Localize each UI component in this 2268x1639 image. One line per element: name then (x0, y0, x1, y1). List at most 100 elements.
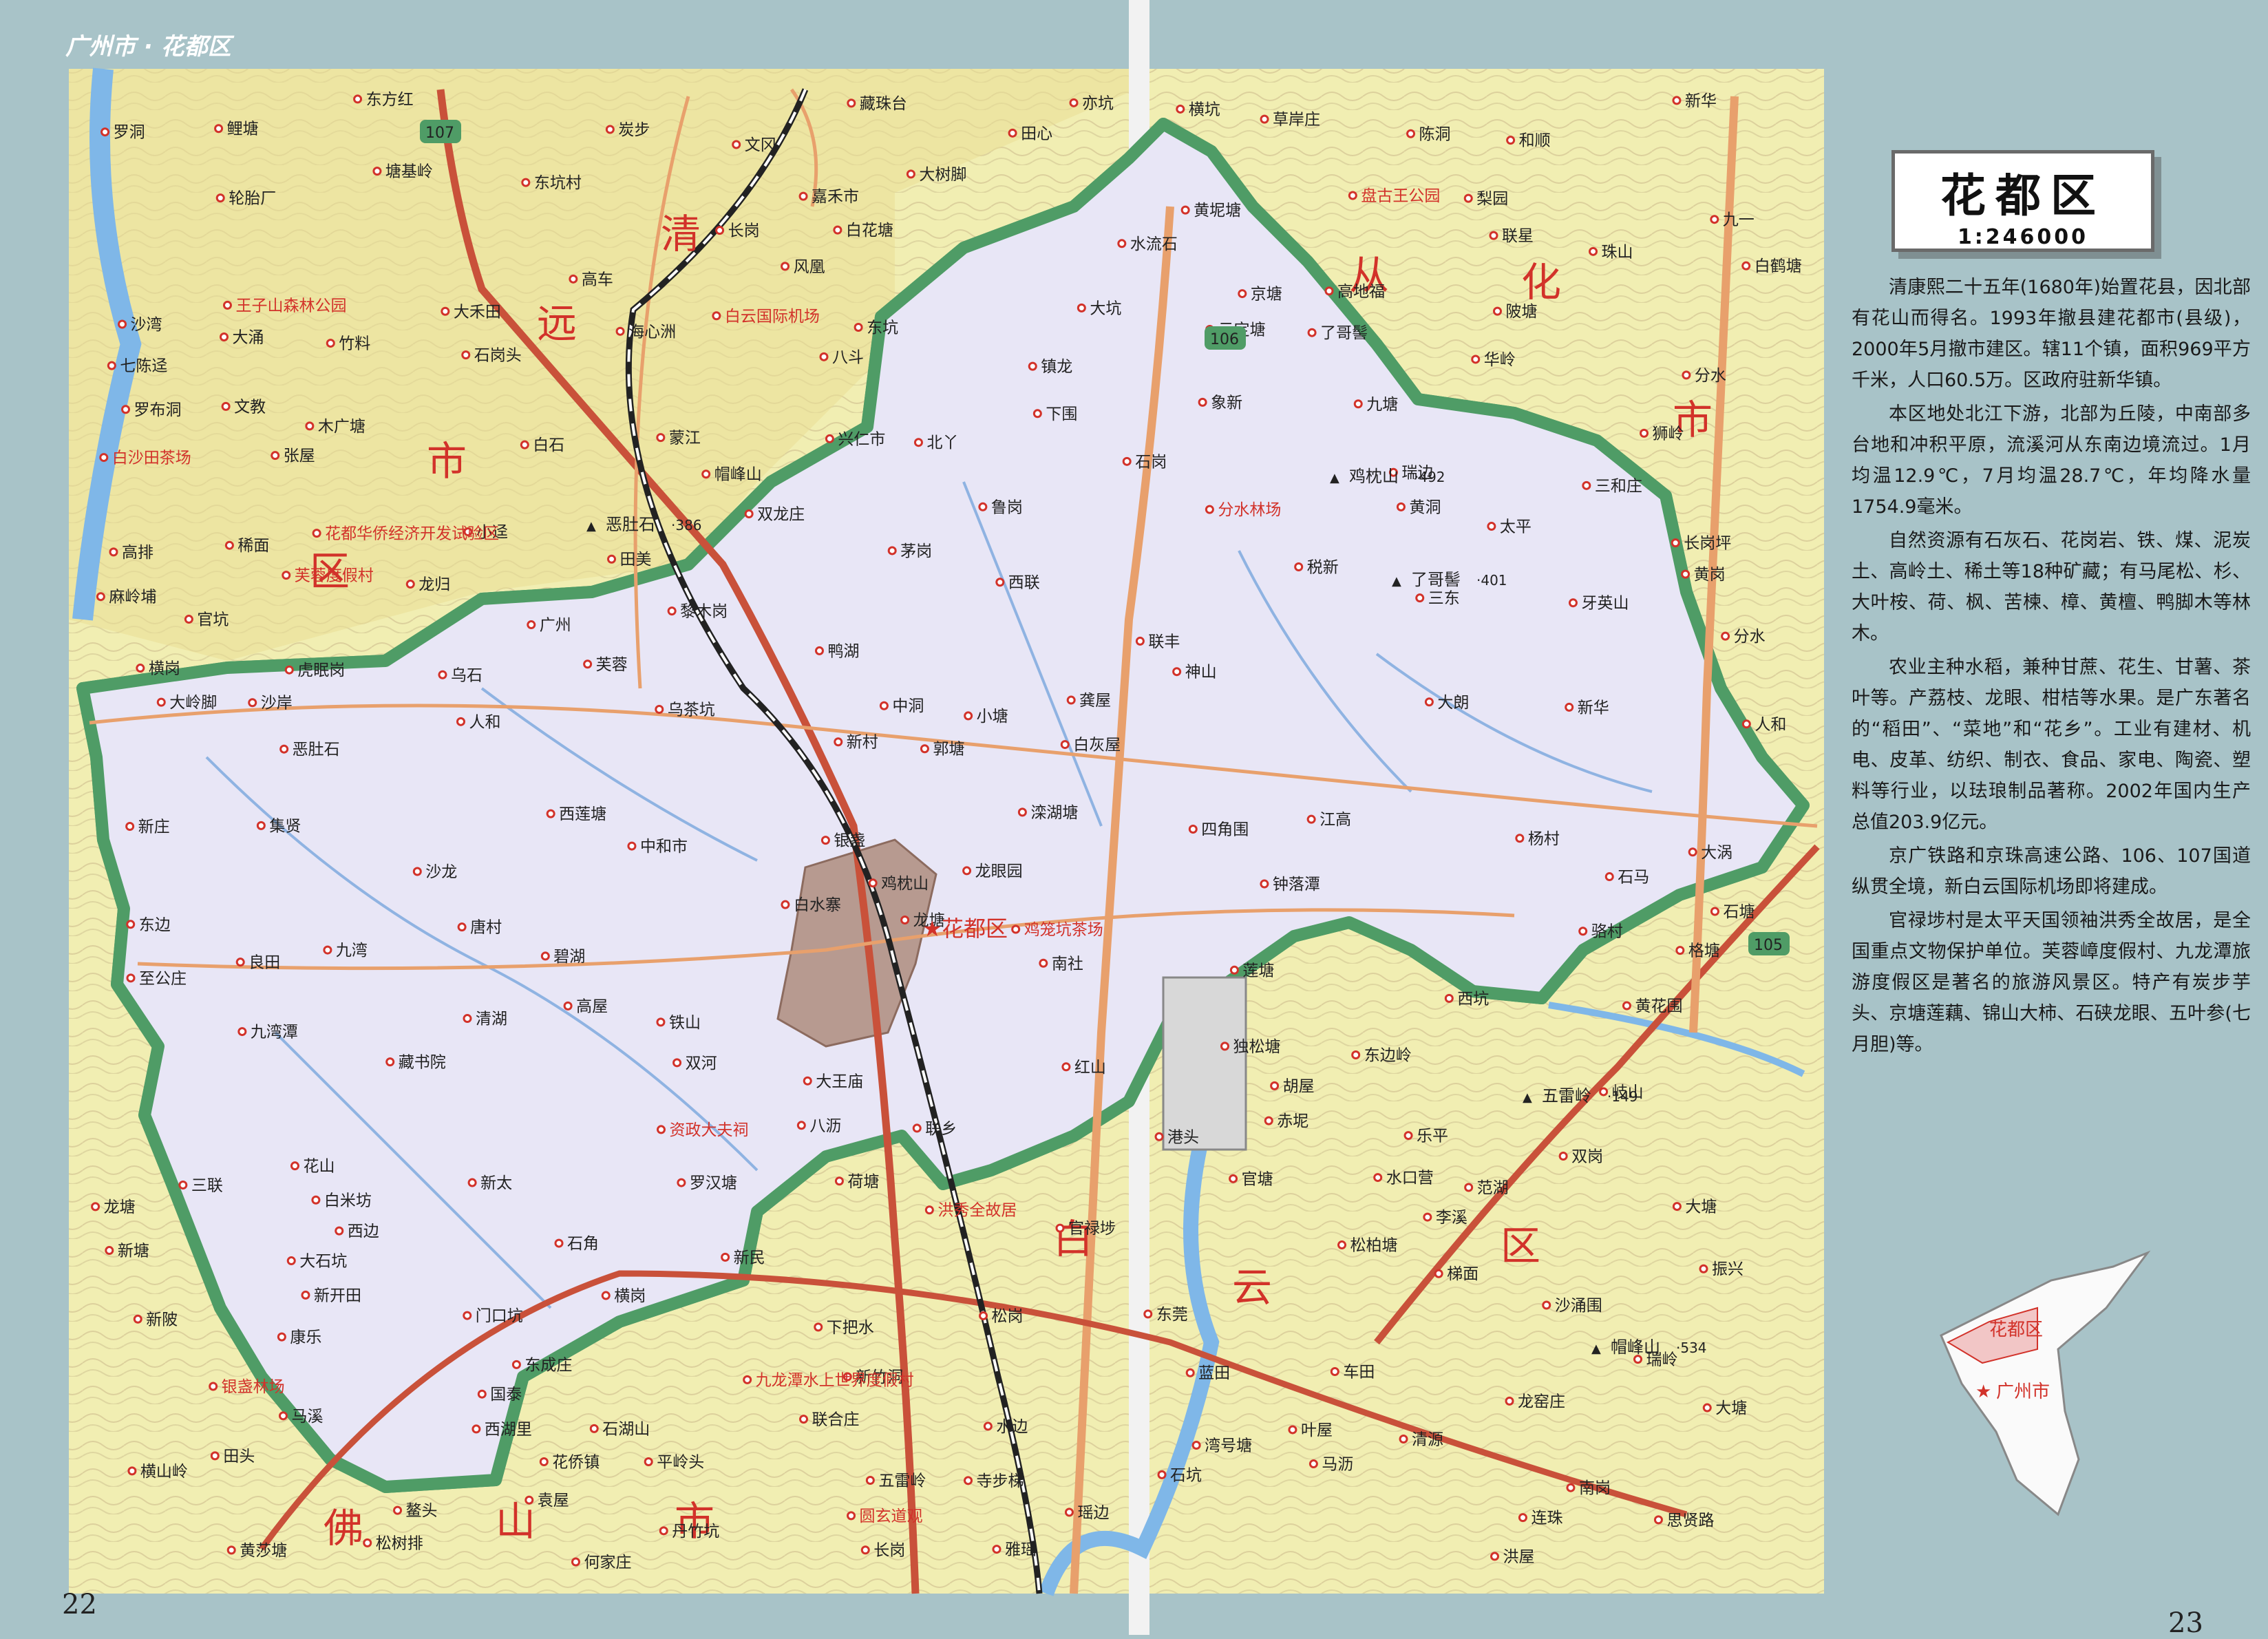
town-marker-icon (1064, 1508, 1074, 1517)
town-marker-icon (1604, 872, 1614, 882)
town-marker-icon (820, 836, 830, 845)
town-marker-icon (457, 922, 467, 932)
town-label: 白云国际机场 (725, 308, 820, 326)
town-marker-icon (511, 1360, 521, 1369)
town-label: 五雷岭 (878, 1472, 926, 1490)
town-label: 沙岸 (261, 695, 293, 712)
town-marker-icon (438, 670, 447, 679)
town-marker-icon (136, 664, 145, 673)
town-label: 洪屋 (1503, 1548, 1535, 1566)
town-label: 田心 (1021, 125, 1052, 142)
town-label: 石马 (1618, 869, 1649, 887)
town-marker-icon (412, 867, 422, 876)
town-marker-icon (1721, 631, 1730, 641)
town-marker-icon (278, 1411, 288, 1421)
town-label: 麻岭埔 (109, 589, 156, 606)
town-marker-icon (178, 1181, 188, 1190)
town-marker-icon (1415, 593, 1425, 603)
description-paragraph: 本区地处北江下游，北部为丘陵，中南部多台地和冲积平原，流溪河从东南边境流过。1月… (1852, 403, 2251, 518)
peak-name: 鸡枕山 (1349, 467, 1399, 486)
town-label: 东方红 (366, 91, 414, 109)
town-label: 白米坊 (324, 1192, 372, 1209)
town-label: 独松塘 (1233, 1038, 1280, 1056)
town-label: 大朗 (1437, 694, 1469, 712)
town-marker-icon (1188, 825, 1198, 834)
town-marker-icon (226, 1545, 236, 1555)
town-marker-icon (539, 1457, 549, 1466)
town-label: 鸡笼坑茶场 (1024, 921, 1103, 939)
town-marker-icon (1710, 907, 1719, 916)
town-marker-icon (732, 140, 741, 149)
town-label: 水口营 (1386, 1170, 1434, 1187)
town-marker-icon (796, 1121, 806, 1130)
town-label: 平岭头 (657, 1453, 704, 1471)
town-label: 西联 (1008, 574, 1040, 592)
town-label: 大王庙 (816, 1072, 863, 1090)
town-label: 花山 (303, 1158, 335, 1176)
town-label: 三和庄 (1595, 477, 1642, 495)
town-marker-icon (1176, 104, 1185, 114)
town-marker-icon (393, 1505, 403, 1515)
town-marker-icon (615, 326, 625, 336)
inset-district-label: 花都区 (1989, 1320, 2043, 1340)
town-label: 白灰屋 (1073, 737, 1121, 754)
town-marker-icon (1260, 879, 1269, 889)
town-marker-icon (105, 1246, 114, 1256)
town-label: 鳌头 (406, 1502, 438, 1520)
town-marker-icon (887, 546, 897, 556)
town-label: 珠山 (1602, 243, 1633, 261)
town-marker-icon (1399, 1434, 1408, 1444)
peak-icon: ▲ (1591, 1342, 1601, 1356)
region-label: 远 (537, 300, 577, 347)
region-label: 山 (496, 1498, 536, 1545)
town-marker-icon (715, 226, 725, 235)
town-marker-icon (1306, 814, 1316, 824)
town-marker-icon (1434, 1269, 1443, 1278)
description-paragraph: 京广铁路和京珠高速公路、106、107国道纵贯全境，新白云国际机场即将建成。 (1852, 845, 2251, 898)
town-marker-icon (221, 401, 231, 411)
town-marker-icon (118, 319, 127, 329)
town-label: 新塘 (118, 1243, 149, 1260)
town-label: 文冈 (745, 136, 776, 154)
town-marker-icon (125, 822, 135, 832)
town-label: 王子山森林公园 (235, 297, 346, 315)
town-label: 龚屋 (1079, 692, 1111, 710)
town-marker-icon (583, 659, 593, 669)
town-marker-icon (1157, 1470, 1167, 1479)
town-marker-icon (1568, 598, 1578, 608)
town-label: 寺步梯 (977, 1472, 1024, 1490)
town-marker-icon (798, 191, 808, 201)
town-marker-icon (962, 866, 972, 876)
town-label: 长岗 (873, 1542, 905, 1560)
town-label: 南社 (1052, 955, 1083, 973)
description-paragraph: 清康熙二十五年(1680年)始置花县，因北部有花山而得名。1993年撤县建花都市… (1852, 277, 2251, 391)
town-label: 新华 (1578, 699, 1609, 717)
town-marker-icon (461, 350, 471, 360)
region-label: 区 (1501, 1223, 1540, 1269)
town-label: 文教 (234, 398, 266, 416)
peak-elevation: ·492 (1414, 469, 1445, 485)
town-marker-icon (644, 1457, 653, 1466)
town-label: 钟落潭 (1273, 876, 1320, 893)
town-label: 双河 (686, 1055, 717, 1072)
town-marker-icon (656, 433, 666, 443)
town-label: 和顺 (1519, 132, 1551, 150)
town-label: 轮胎厂 (229, 190, 276, 208)
town-marker-icon (209, 1382, 218, 1391)
peak-name: 帽峰山 (1611, 1337, 1660, 1357)
town-label: 资政大夫祠 (669, 1121, 748, 1139)
road-number: 105 (1754, 937, 1783, 954)
town-marker-icon (1653, 1515, 1663, 1525)
town-marker-icon (906, 169, 915, 179)
town-marker-icon (463, 1014, 472, 1024)
town-marker-icon (477, 1389, 487, 1399)
town-marker-icon (1337, 1240, 1347, 1250)
town-label: 炭步 (618, 121, 650, 139)
airport-area (1162, 976, 1247, 1151)
town-label: 官塘 (1242, 1170, 1273, 1188)
town-label: 松岗 (992, 1307, 1024, 1325)
town-marker-icon (305, 421, 315, 431)
town-marker-icon (825, 434, 834, 443)
town-marker-icon (214, 124, 224, 134)
town-marker-icon (1238, 289, 1247, 299)
